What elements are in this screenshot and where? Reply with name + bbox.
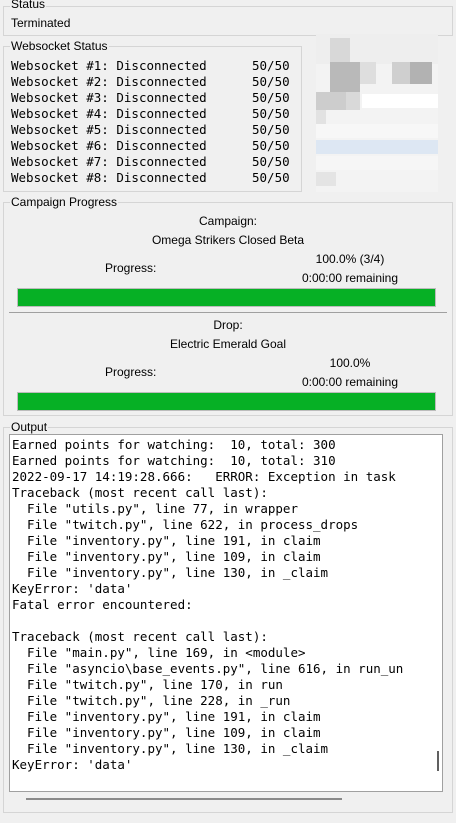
campaign-name: Omega Strikers Closed Beta (151, 233, 305, 247)
output-line: KeyError: 'data' (12, 581, 133, 596)
output-line: File "inventory.py", line 109, in claim (12, 725, 321, 740)
websocket-state: Disconnected (116, 170, 207, 185)
websocket-row: Websocket #8: Disconnected (11, 170, 207, 186)
websocket-count: 50/50 (252, 106, 290, 121)
campaign-legend: Campaign Progress (10, 195, 119, 209)
campaign-divider (9, 312, 447, 313)
campaign-label: Campaign: (198, 214, 258, 228)
websocket-legend: Websocket Status (10, 39, 109, 53)
horizontal-scrollbar[interactable] (9, 792, 443, 806)
websocket-state: Disconnected (116, 106, 207, 121)
websocket-count: 50/50 (252, 154, 290, 169)
drop-remaining: 0:00:00 remaining (301, 375, 399, 389)
websocket-count: 50/50 (252, 138, 290, 153)
websocket-count: 50/50 (252, 74, 290, 89)
websocket-state: Disconnected (116, 138, 207, 153)
output-line: KeyError: 'data' (12, 757, 133, 772)
websocket-state: Disconnected (116, 74, 207, 89)
output-line: File "inventory.py", line 191, in claim (12, 533, 321, 548)
websocket-state: Disconnected (116, 122, 207, 137)
drop-name: Electric Emerald Goal (169, 337, 287, 351)
output-line: Earned points for watching: 10, total: 3… (12, 453, 336, 468)
websocket-row: Websocket #7: Disconnected (11, 154, 207, 170)
output-line: File "inventory.py", line 191, in claim (12, 709, 321, 724)
output-line: Traceback (most recent call last): (12, 485, 268, 500)
output-line: File "asyncio\base_events.py", line 616,… (12, 661, 404, 676)
websocket-row: Websocket #1: Disconnected (11, 58, 207, 74)
drop-progress-label: Progress: (105, 365, 157, 379)
websocket-label: Websocket #3: (11, 90, 109, 105)
websocket-count: 50/50 (252, 58, 290, 73)
output-line: File "utils.py", line 77, in wrapper (12, 501, 298, 516)
drop-percent: 100.0% (329, 356, 371, 370)
blurred-image (316, 34, 438, 192)
websocket-row: Websocket #2: Disconnected (11, 74, 207, 90)
output-line: Fatal error encountered: (12, 597, 193, 612)
horizontal-scrollbar-thumb[interactable] (26, 798, 342, 800)
output-line: File "twitch.py", line 622, in process_d… (12, 517, 359, 532)
websocket-row: Websocket #4: Disconnected (11, 106, 207, 122)
output-line: File "main.py", line 169, in <module> (12, 645, 306, 660)
output-line: 2022-09-17 14:19:28.666: ERROR: Exceptio… (12, 469, 396, 484)
output-line: File "twitch.py", line 228, in _run (12, 693, 291, 708)
output-line: File "inventory.py", line 130, in _claim (12, 741, 329, 756)
websocket-row: Websocket #6: Disconnected (11, 138, 207, 154)
websocket-label: Websocket #8: (11, 170, 109, 185)
websocket-row: Websocket #3: Disconnected (11, 90, 207, 106)
status-value: Terminated (11, 16, 71, 30)
drop-progress-fill (18, 393, 435, 410)
websocket-label: Websocket #2: (11, 74, 109, 89)
websocket-label: Websocket #6: (11, 138, 109, 153)
campaign-remaining: 0:00:00 remaining (301, 271, 399, 285)
output-line: Traceback (most recent call last): (12, 629, 268, 644)
websocket-label: Websocket #4: (11, 106, 109, 121)
drop-progress-bar (17, 392, 436, 411)
campaign-progress-fill (18, 289, 435, 306)
websocket-label: Websocket #1: (11, 58, 109, 73)
websocket-state: Disconnected (116, 154, 207, 169)
status-frame (3, 6, 453, 36)
websocket-count: 50/50 (252, 90, 290, 105)
websocket-row: Websocket #5: Disconnected (11, 122, 207, 138)
websocket-state: Disconnected (116, 90, 207, 105)
campaign-percent: 100.0% (3/4) (315, 252, 385, 266)
output-textbox[interactable]: Earned points for watching: 10, total: 3… (9, 434, 443, 792)
campaign-progress-bar (17, 288, 436, 307)
websocket-state: Disconnected (116, 58, 207, 73)
websocket-label: Websocket #5: (11, 122, 109, 137)
status-legend: Status (10, 0, 47, 11)
websocket-count: 50/50 (252, 122, 290, 137)
campaign-progress-label: Progress: (105, 261, 157, 275)
output-line: File "inventory.py", line 109, in claim (12, 549, 321, 564)
output-line: File "inventory.py", line 130, in _claim (12, 565, 329, 580)
websocket-count: 50/50 (252, 170, 290, 185)
vertical-scrollbar-thumb[interactable] (437, 751, 439, 771)
drop-label: Drop: (213, 318, 243, 332)
output-line: File "twitch.py", line 170, in run (12, 677, 283, 692)
websocket-label: Websocket #7: (11, 154, 109, 169)
output-line: Earned points for watching: 10, total: 3… (12, 437, 336, 452)
output-legend: Output (10, 420, 49, 434)
